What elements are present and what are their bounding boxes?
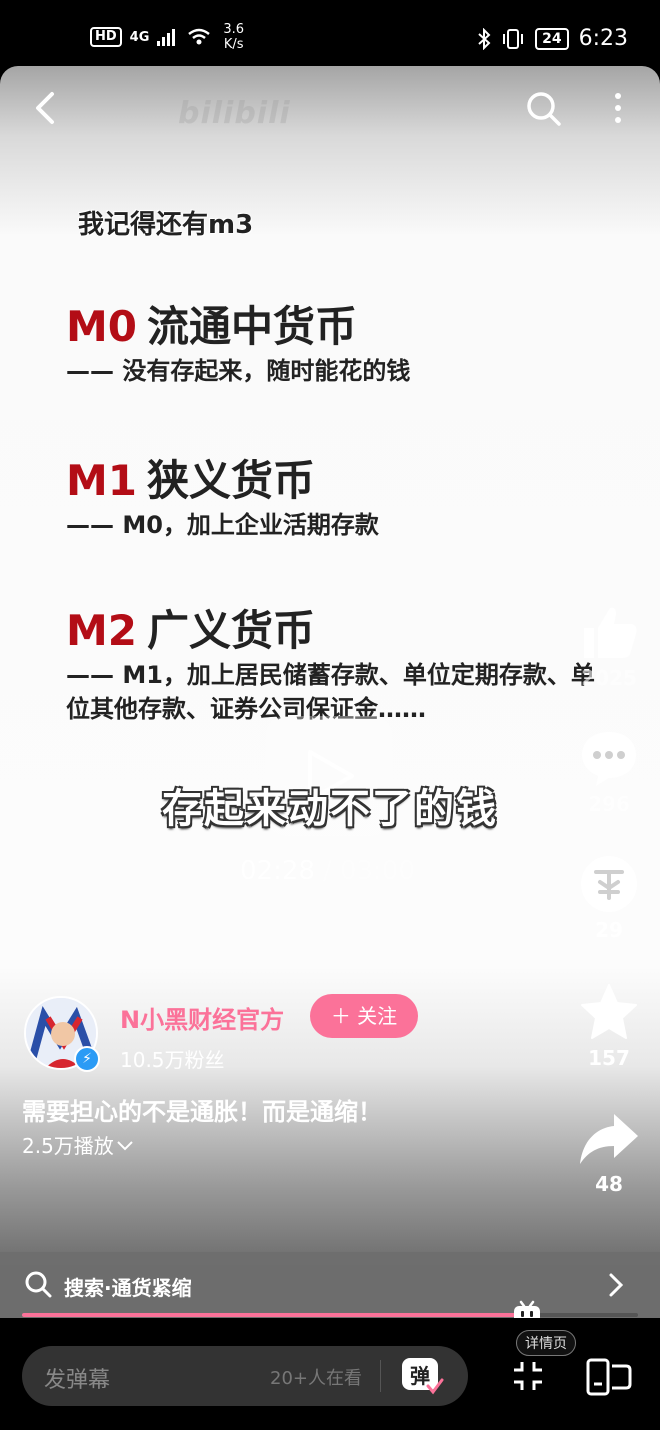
bilibili-watermark: bilibili xyxy=(178,96,291,131)
follow-button[interactable]: ＋ 关注 xyxy=(310,994,418,1038)
thumbs-up-icon xyxy=(584,607,637,658)
favorite-button[interactable]: 157 xyxy=(574,982,644,1070)
progress-fill xyxy=(22,1313,528,1317)
chevron-right-icon xyxy=(609,1273,624,1297)
slide-m2-name: 广义货币 xyxy=(147,606,316,655)
play-count[interactable]: 2.5万播放 xyxy=(22,1130,134,1159)
slide-m0-code: M0 xyxy=(66,302,138,351)
wifi-icon xyxy=(188,28,211,45)
play-count-text: 2.5万播放 xyxy=(22,1134,114,1158)
like-count: 2025 xyxy=(581,666,637,690)
slide-m0-title: M0 流通中货币 xyxy=(66,302,410,352)
back-arrow-icon xyxy=(36,92,54,124)
status-bar: HD 4G 3.6 K/s 24 6:23 xyxy=(0,0,660,68)
divider xyxy=(380,1360,381,1392)
slide-m2: M2 广义货币 —— M1，加上居民储蓄存款、单位定期存款、单位其他存款、证券公司… xyxy=(66,606,606,726)
shrink-icon xyxy=(514,1362,542,1390)
search-button[interactable] xyxy=(524,88,564,128)
comment-icon xyxy=(582,732,636,786)
coin-count: 29 xyxy=(595,918,623,942)
video-title[interactable]: 需要担心的不是通胀！而是通缩！ xyxy=(22,1092,382,1127)
share-count: 48 xyxy=(595,1172,623,1196)
share-icon xyxy=(580,1114,638,1164)
share-button[interactable]: 48 xyxy=(574,1108,644,1196)
slide-m1-name: 狭义货币 xyxy=(147,456,316,505)
details-page-tip[interactable]: 详情页 xyxy=(516,1330,576,1356)
phone-rotate-icon xyxy=(586,1358,632,1396)
slide-m1-title: M1 狭义货币 xyxy=(66,456,379,506)
exit-fullscreen-button[interactable] xyxy=(512,1360,544,1396)
slide-m0: M0 流通中货币 —— 没有存起来，随时能花的钱 xyxy=(66,302,410,388)
hd-indicator: HD xyxy=(90,27,122,47)
search-icon xyxy=(527,92,561,126)
danmaku-toggle-button[interactable]: 弹 xyxy=(400,1356,444,1396)
more-vertical-icon xyxy=(615,93,621,123)
coin-icon xyxy=(581,856,637,912)
clock: 6:23 xyxy=(578,26,628,51)
watcher-count: 20+人在看 xyxy=(270,1368,362,1389)
favorite-count: 157 xyxy=(588,1046,630,1070)
slide-m0-desc: —— 没有存起来，随时能花的钱 xyxy=(66,357,411,385)
video-subtitle-top: 我记得还有m3 xyxy=(78,210,254,240)
fan-count: 10.5万粉丝 xyxy=(120,1048,225,1072)
status-right: 24 6:23 xyxy=(477,26,628,51)
search-icon xyxy=(25,1271,52,1298)
video-caption: 存起来动不了的钱 xyxy=(162,786,498,832)
uploader-name[interactable]: N小黑财经官方 xyxy=(120,1000,284,1035)
danmaku-icon-text: 弹 xyxy=(410,1364,430,1388)
coin-button[interactable]: 29 xyxy=(574,854,644,942)
bottom-bar: 发弹幕 20+人在看 弹 详情页 xyxy=(0,1318,660,1430)
vibrate-icon xyxy=(503,28,524,49)
slide-m2-title: M2 广义货币 xyxy=(66,606,606,656)
bluetooth-icon xyxy=(478,27,491,50)
speed-value: 3.6 xyxy=(223,22,245,37)
portrait-mode-button[interactable] xyxy=(586,1358,632,1400)
network-type: 4G xyxy=(129,29,150,45)
signal-icon xyxy=(157,29,176,46)
related-search-text: 搜索·通货紧缩 xyxy=(64,1276,192,1300)
more-button[interactable] xyxy=(604,88,632,128)
like-button[interactable]: 2025 xyxy=(574,602,644,690)
comment-count: 296 xyxy=(588,792,630,816)
danmaku-placeholder: 发弹幕 xyxy=(44,1368,111,1393)
back-button[interactable] xyxy=(28,88,64,128)
slide-m1-desc: —— M0，加上企业活期存款 xyxy=(66,511,379,539)
video-player[interactable]: bilibili 我记得还有m3 M0 流通中货币 —— 没有存起来，随时能花的钱… xyxy=(0,66,660,1318)
playback-time: 02:28/ 03:00 xyxy=(240,856,415,886)
verified-badge-icon: ⚡ xyxy=(74,1046,100,1072)
comment-button[interactable]: 296 xyxy=(574,728,644,816)
speed-unit: K/s xyxy=(223,37,244,52)
slide-m0-name: 流通中货币 xyxy=(147,302,358,351)
progress-bar[interactable] xyxy=(22,1313,638,1317)
danmaku-input[interactable]: 发弹幕 20+人在看 弹 xyxy=(22,1346,468,1406)
star-icon xyxy=(581,984,637,1039)
danmaku-icon: 弹 xyxy=(402,1358,444,1395)
battery-indicator: 24 xyxy=(535,27,569,50)
slide-m1-code: M1 xyxy=(66,456,138,505)
slide-m1: M1 狭义货币 —— M0，加上企业活期存款 xyxy=(66,456,379,542)
chevron-down-icon xyxy=(117,1141,133,1151)
time-total: / 03:00 xyxy=(322,856,415,886)
related-search-bar[interactable]: 搜索·通货紧缩 xyxy=(0,1252,660,1318)
status-left: HD 4G 3.6 K/s xyxy=(90,22,244,52)
network-speed: 3.6 K/s xyxy=(223,22,244,52)
time-current: 02:28 xyxy=(240,856,315,886)
slide-m2-code: M2 xyxy=(66,606,138,655)
